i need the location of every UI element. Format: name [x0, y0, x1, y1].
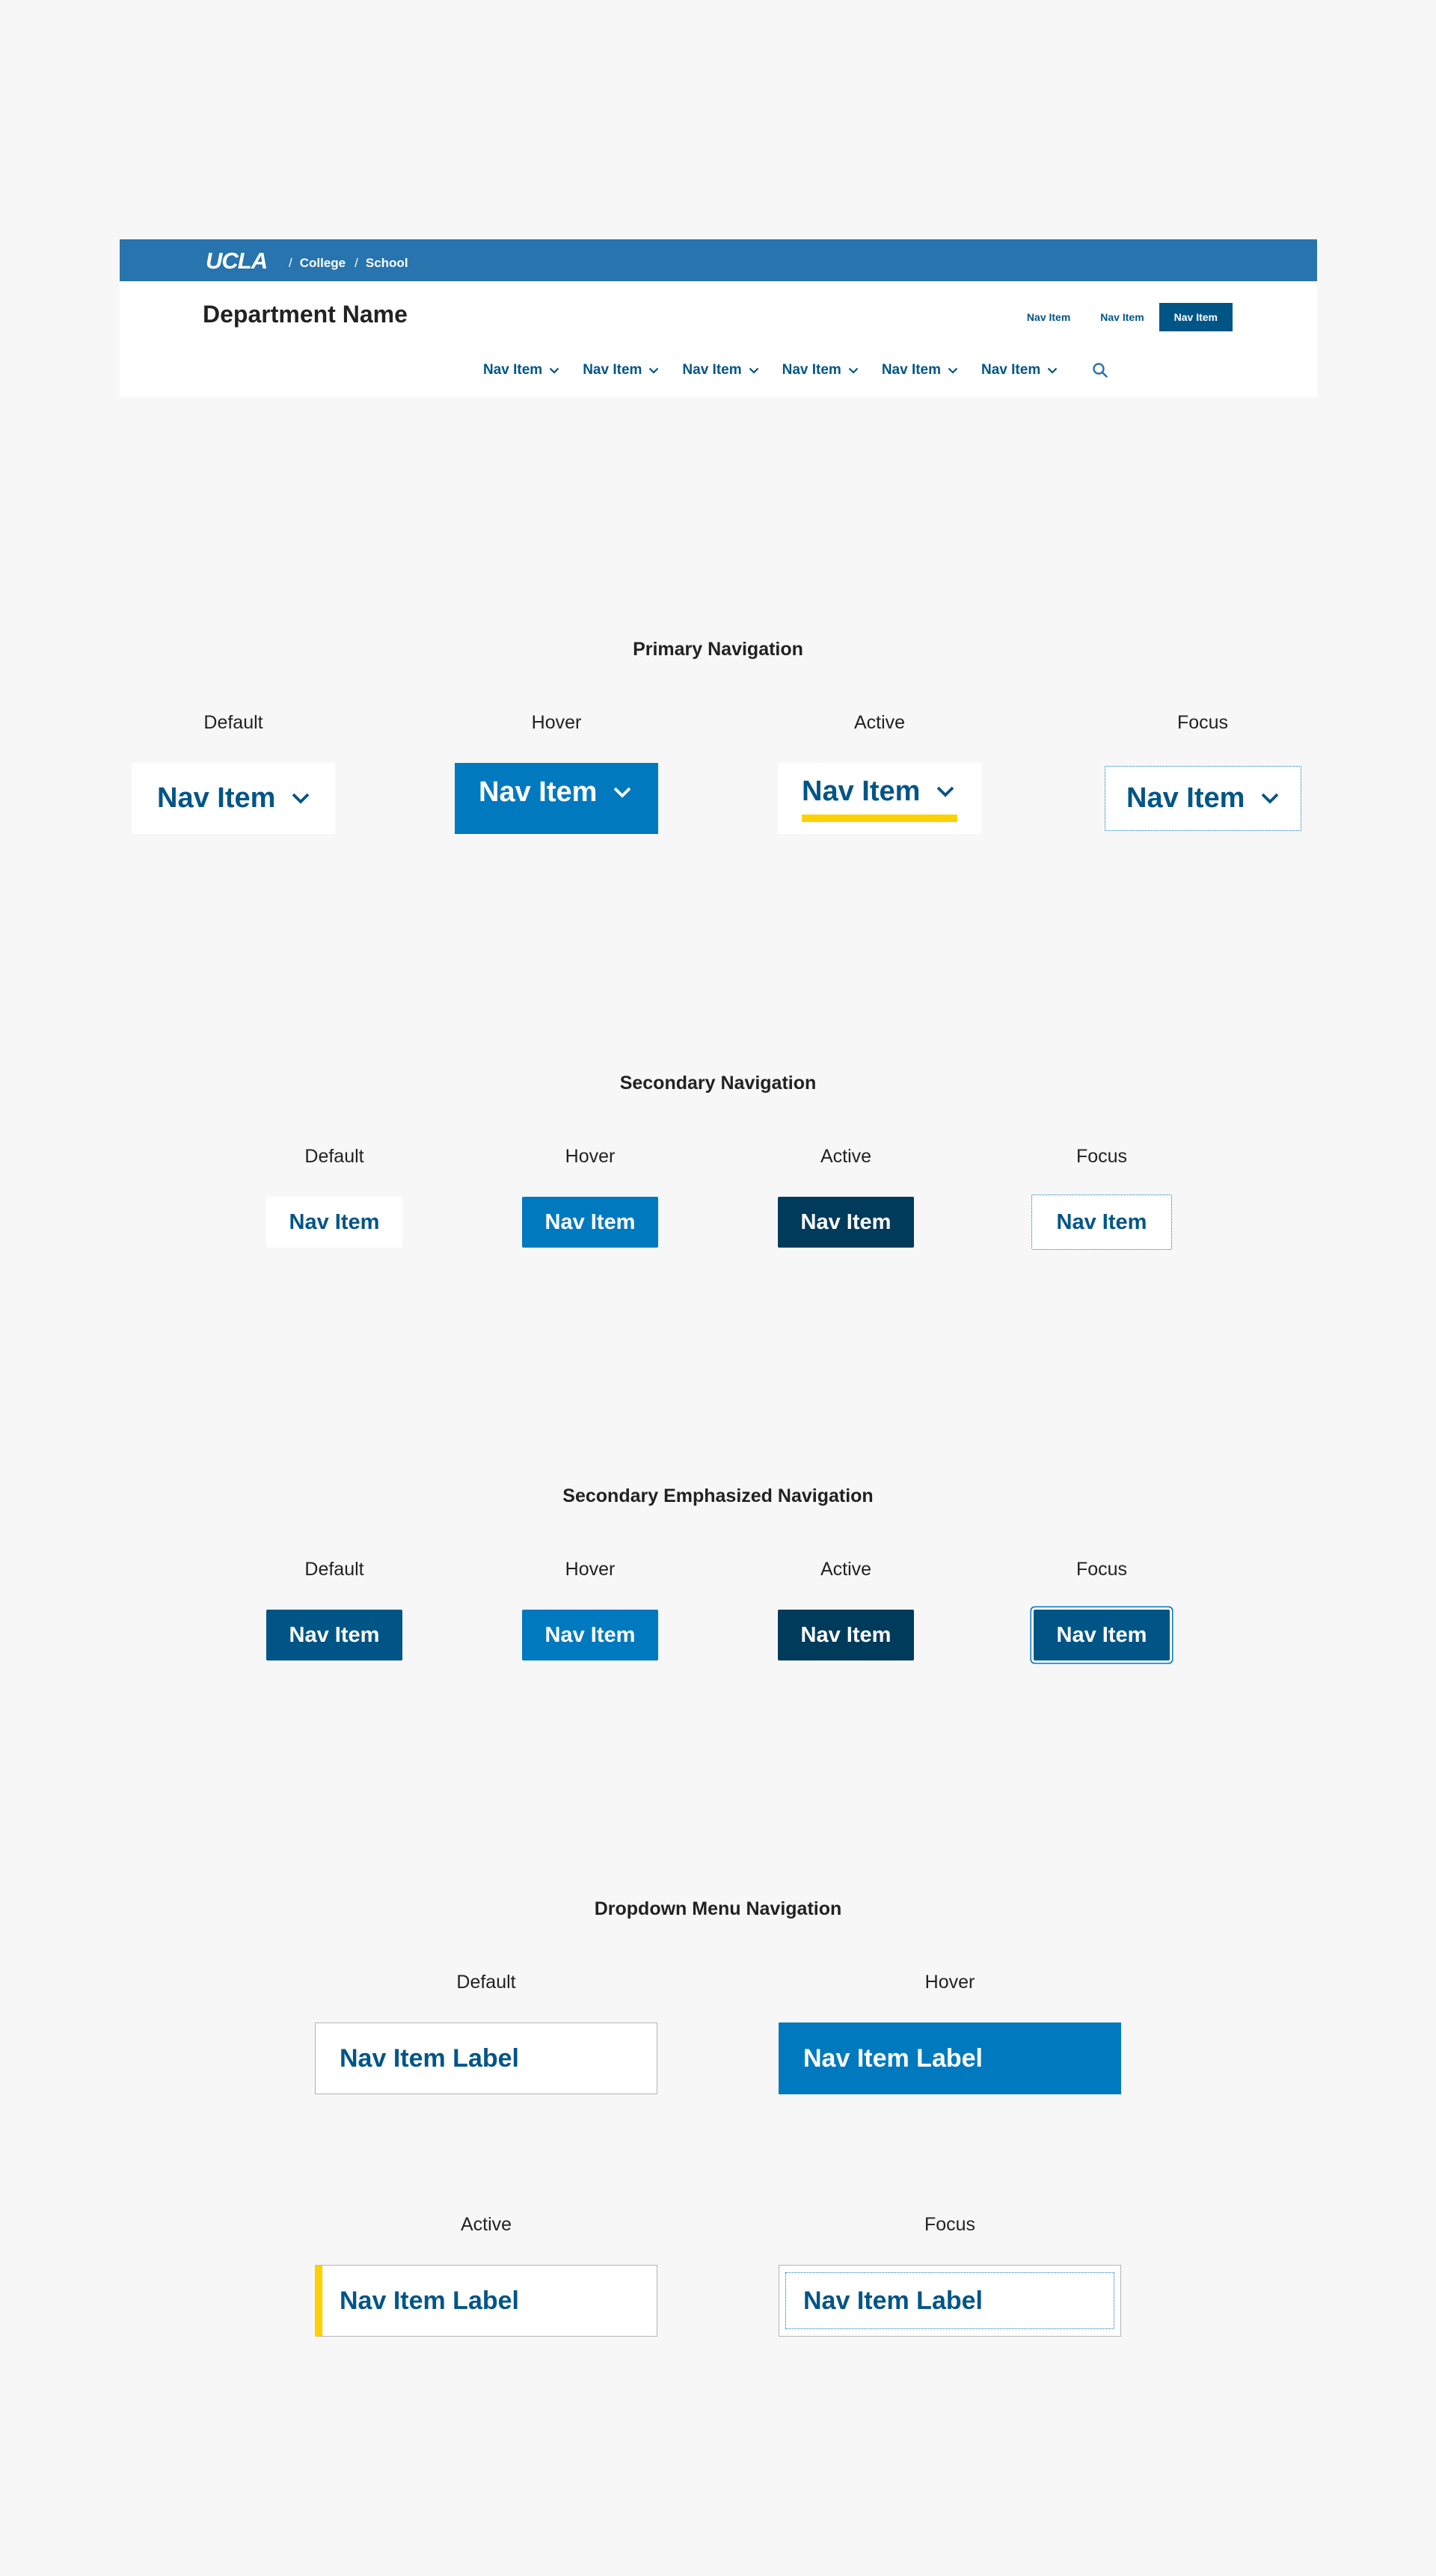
state-label-hover: Hover: [531, 712, 582, 733]
utility-nav-item[interactable]: Nav Item: [1012, 303, 1085, 331]
nav-item-label: Nav Item: [802, 776, 921, 807]
utility-nav: Nav Item Nav Item Nav Item: [1012, 303, 1233, 331]
chevron-down-icon: [549, 367, 559, 374]
search-icon[interactable]: [1092, 362, 1108, 378]
state-label-default: Default: [203, 712, 263, 733]
main-nav-item[interactable]: Nav Item: [682, 362, 758, 378]
emphasized-nav-item-default[interactable]: Nav Item: [266, 1610, 402, 1660]
utility-nav-item-active[interactable]: Nav Item: [1159, 303, 1233, 331]
main-nav-label: Nav Item: [881, 362, 942, 378]
active-underline: [802, 815, 957, 822]
dropdown-item-active[interactable]: Nav Item Label: [315, 2265, 657, 2337]
state-label-hover: Hover: [565, 1146, 616, 1167]
dropdown-item-label: Nav Item Label: [803, 2043, 983, 2073]
state-label-active: Active: [820, 1146, 872, 1167]
site-header: UCLA / College / School Department Name …: [120, 239, 1317, 397]
dropdown-item-label: Nav Item Label: [340, 2043, 519, 2073]
breadcrumb: / College / School: [289, 256, 417, 271]
main-nav-label: Nav Item: [682, 362, 742, 378]
brand-bar: UCLA / College / School: [120, 239, 1317, 281]
breadcrumb-separator: /: [289, 256, 292, 270]
state-label-default: Default: [304, 1146, 364, 1167]
dropdown-nav-title: Dropdown Menu Navigation: [594, 1898, 842, 1919]
emphasized-nav-item-hover[interactable]: Nav Item: [522, 1610, 658, 1660]
state-label-active: Active: [853, 712, 906, 733]
state-label-default: Default: [304, 1559, 364, 1580]
secondary-nav-item-active[interactable]: Nav Item: [778, 1197, 914, 1248]
state-label-active: Active: [460, 2214, 512, 2235]
state-label-focus: Focus: [1176, 712, 1229, 733]
utility-nav-item[interactable]: Nav Item: [1085, 303, 1159, 331]
main-nav-item[interactable]: Nav Item: [483, 362, 559, 378]
chevron-down-icon: [1047, 367, 1058, 374]
main-nav-label: Nav Item: [981, 362, 1041, 378]
primary-nav-item-hover[interactable]: Nav Item: [455, 763, 658, 834]
breadcrumb-college[interactable]: College: [300, 256, 346, 271]
primary-nav-title: Primary Navigation: [633, 639, 803, 660]
state-label-focus: Focus: [924, 2214, 976, 2235]
chevron-down-icon: [749, 367, 758, 374]
dropdown-item-focus[interactable]: Nav Item Label: [779, 2265, 1121, 2337]
chevron-down-icon: [848, 367, 859, 374]
secondary-nav-item-hover[interactable]: Nav Item: [522, 1197, 658, 1248]
main-nav: Nav Item Nav Item Nav Item Nav Item Nav …: [483, 362, 1108, 378]
breadcrumb-school[interactable]: School: [366, 256, 408, 271]
state-label-focus: Focus: [1076, 1559, 1128, 1580]
secondary-nav-item-focus[interactable]: Nav Item: [1031, 1195, 1172, 1250]
secondary-nav-item-default[interactable]: Nav Item: [266, 1197, 402, 1248]
chevron-down-icon: [614, 787, 631, 798]
department-name[interactable]: Department Name: [203, 301, 408, 328]
chevron-down-icon: [948, 367, 958, 374]
chevron-down-icon: [292, 793, 310, 804]
dropdown-item-hover[interactable]: Nav Item Label: [779, 2023, 1121, 2094]
state-label-focus: Focus: [1076, 1146, 1128, 1167]
state-label-default: Default: [456, 1972, 516, 1993]
main-nav-item[interactable]: Nav Item: [782, 362, 859, 378]
secondary-nav-title: Secondary Navigation: [619, 1073, 817, 1094]
primary-nav-item-focus[interactable]: Nav Item: [1105, 766, 1301, 831]
main-nav-label: Nav Item: [782, 362, 841, 378]
breadcrumb-separator: /: [355, 256, 358, 270]
dropdown-item-label: Nav Item Label: [340, 2286, 519, 2315]
chevron-down-icon: [1262, 793, 1279, 804]
state-label-active: Active: [820, 1559, 872, 1580]
state-label-hover: Hover: [924, 1972, 975, 1993]
emphasized-nav-item-active[interactable]: Nav Item: [778, 1610, 914, 1660]
primary-nav-item-active[interactable]: Nav Item: [778, 763, 981, 834]
main-nav-label: Nav Item: [483, 362, 543, 378]
secondary-emphasized-nav-title: Secondary Emphasized Navigation: [562, 1485, 874, 1506]
nav-item-label: Nav Item: [479, 776, 598, 808]
chevron-down-icon: [649, 367, 659, 374]
focus-ring: [785, 2272, 1114, 2329]
nav-item-label: Nav Item: [157, 782, 276, 814]
primary-nav-item-default[interactable]: Nav Item: [132, 763, 335, 834]
main-nav-item[interactable]: Nav Item: [882, 362, 958, 378]
main-nav-label: Nav Item: [583, 362, 642, 378]
emphasized-nav-item-focus[interactable]: Nav Item: [1034, 1610, 1170, 1660]
main-nav-item[interactable]: Nav Item: [981, 362, 1058, 378]
main-nav-item[interactable]: Nav Item: [583, 362, 659, 378]
ucla-logo[interactable]: UCLA: [206, 248, 268, 275]
chevron-down-icon: [937, 786, 954, 797]
nav-item-label: Nav Item: [1126, 782, 1245, 814]
dropdown-item-default[interactable]: Nav Item Label: [315, 2023, 657, 2094]
state-label-hover: Hover: [565, 1559, 616, 1580]
